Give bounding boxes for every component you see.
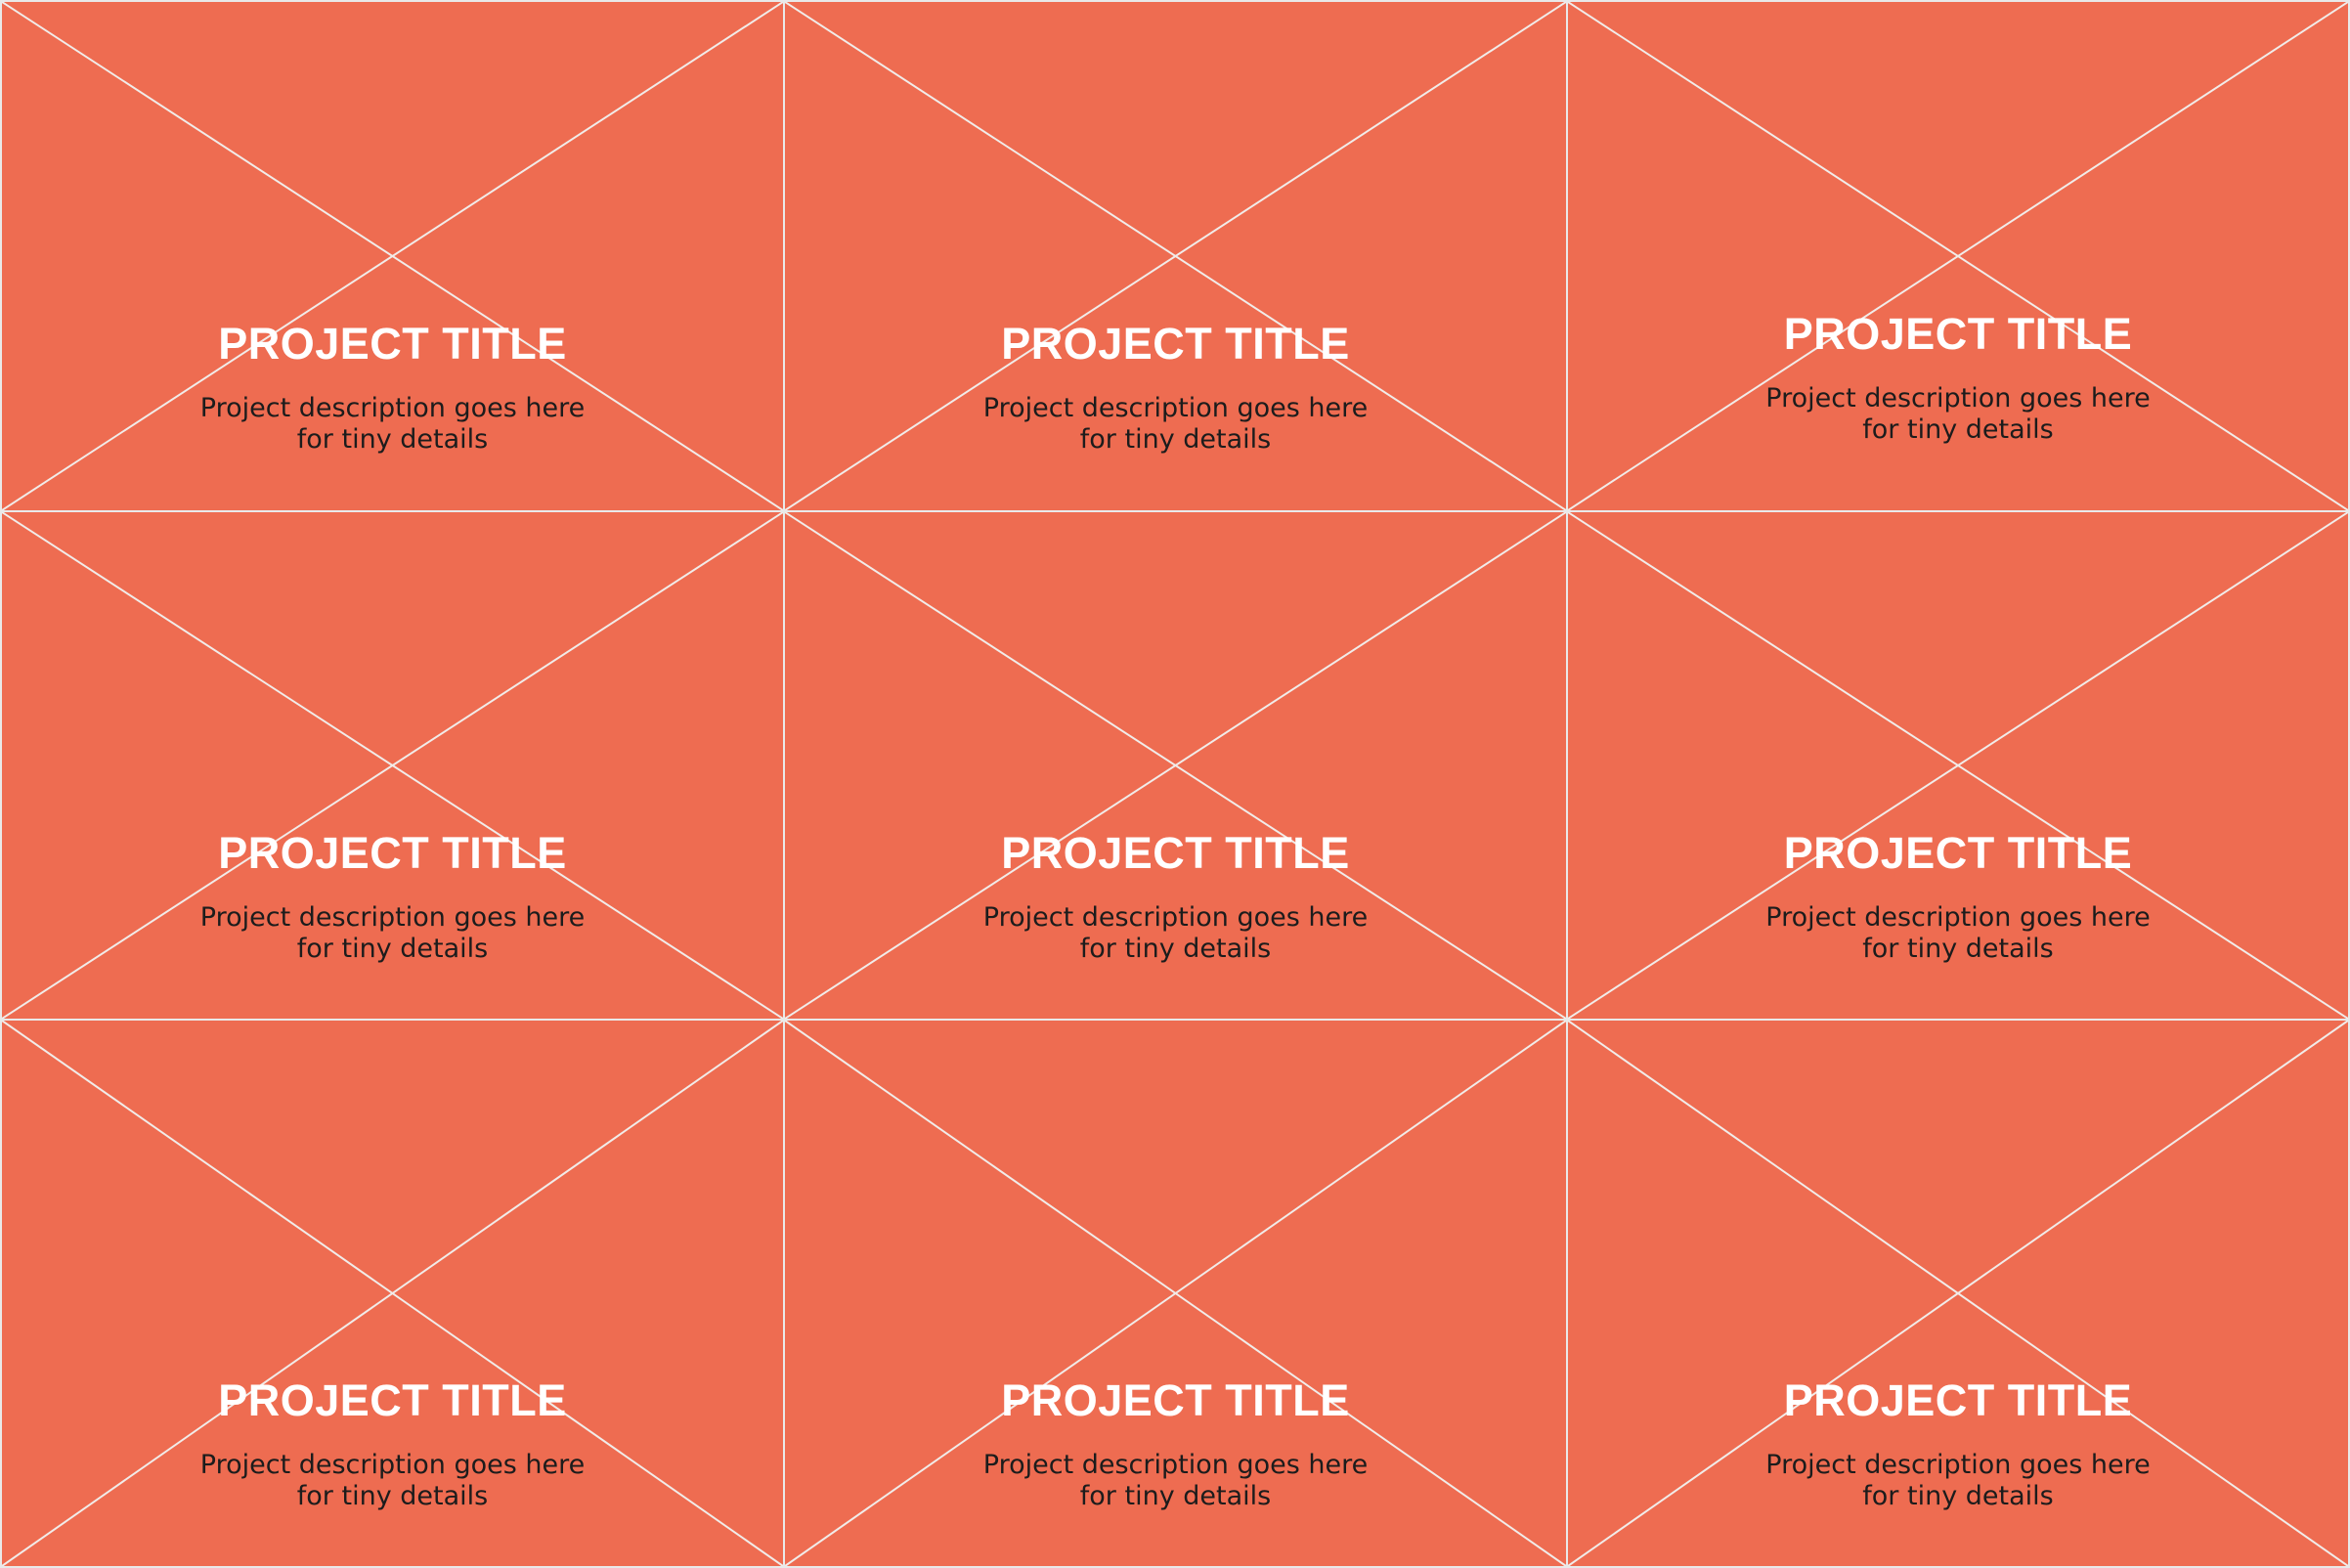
project-caption: PROJECT TITLE Project description goes h… [1568, 831, 2348, 965]
project-card[interactable]: PROJECT TITLE Project description goes h… [1566, 1019, 2350, 1568]
project-title: PROJECT TITLE [1001, 1375, 1350, 1425]
project-title: PROJECT TITLE [218, 828, 567, 878]
project-description: Project description goes here for tiny d… [1765, 902, 2151, 964]
project-card[interactable]: PROJECT TITLE Project description goes h… [0, 510, 785, 1021]
project-caption: PROJECT TITLE Project description goes h… [2, 322, 783, 456]
project-card[interactable]: PROJECT TITLE Project description goes h… [1566, 0, 2350, 512]
project-description: Project description goes here for tiny d… [982, 393, 1369, 455]
project-title: PROJECT TITLE [1783, 828, 2133, 878]
project-caption: PROJECT TITLE Project description goes h… [785, 831, 1566, 965]
project-description: Project description goes here for tiny d… [199, 393, 586, 455]
project-caption: PROJECT TITLE Project description goes h… [785, 322, 1566, 456]
project-description: Project description goes here for tiny d… [982, 902, 1369, 964]
project-title: PROJECT TITLE [1783, 309, 2133, 359]
project-description: Project description goes here for tiny d… [1765, 1450, 2151, 1511]
project-caption: PROJECT TITLE Project description goes h… [2, 1378, 783, 1512]
project-grid: PROJECT TITLE Project description goes h… [0, 0, 2350, 1568]
project-title: PROJECT TITLE [1783, 1375, 2133, 1425]
project-card[interactable]: PROJECT TITLE Project description goes h… [783, 1019, 1568, 1568]
project-card[interactable]: PROJECT TITLE Project description goes h… [0, 1019, 785, 1568]
project-title: PROJECT TITLE [218, 319, 567, 369]
project-caption: PROJECT TITLE Project description goes h… [1568, 1378, 2348, 1512]
project-description: Project description goes here for tiny d… [982, 1450, 1369, 1511]
project-description: Project description goes here for tiny d… [1765, 383, 2151, 445]
project-caption: PROJECT TITLE Project description goes h… [785, 1378, 1566, 1512]
project-title: PROJECT TITLE [1001, 828, 1350, 878]
project-card[interactable]: PROJECT TITLE Project description goes h… [783, 0, 1568, 512]
project-card[interactable]: PROJECT TITLE Project description goes h… [783, 510, 1568, 1021]
project-caption: PROJECT TITLE Project description goes h… [1568, 312, 2348, 446]
project-card[interactable]: PROJECT TITLE Project description goes h… [0, 0, 785, 512]
project-title: PROJECT TITLE [1001, 319, 1350, 369]
project-description: Project description goes here for tiny d… [199, 1450, 586, 1511]
project-card[interactable]: PROJECT TITLE Project description goes h… [1566, 510, 2350, 1021]
project-caption: PROJECT TITLE Project description goes h… [2, 831, 783, 965]
project-description: Project description goes here for tiny d… [199, 902, 586, 964]
project-title: PROJECT TITLE [218, 1375, 567, 1425]
